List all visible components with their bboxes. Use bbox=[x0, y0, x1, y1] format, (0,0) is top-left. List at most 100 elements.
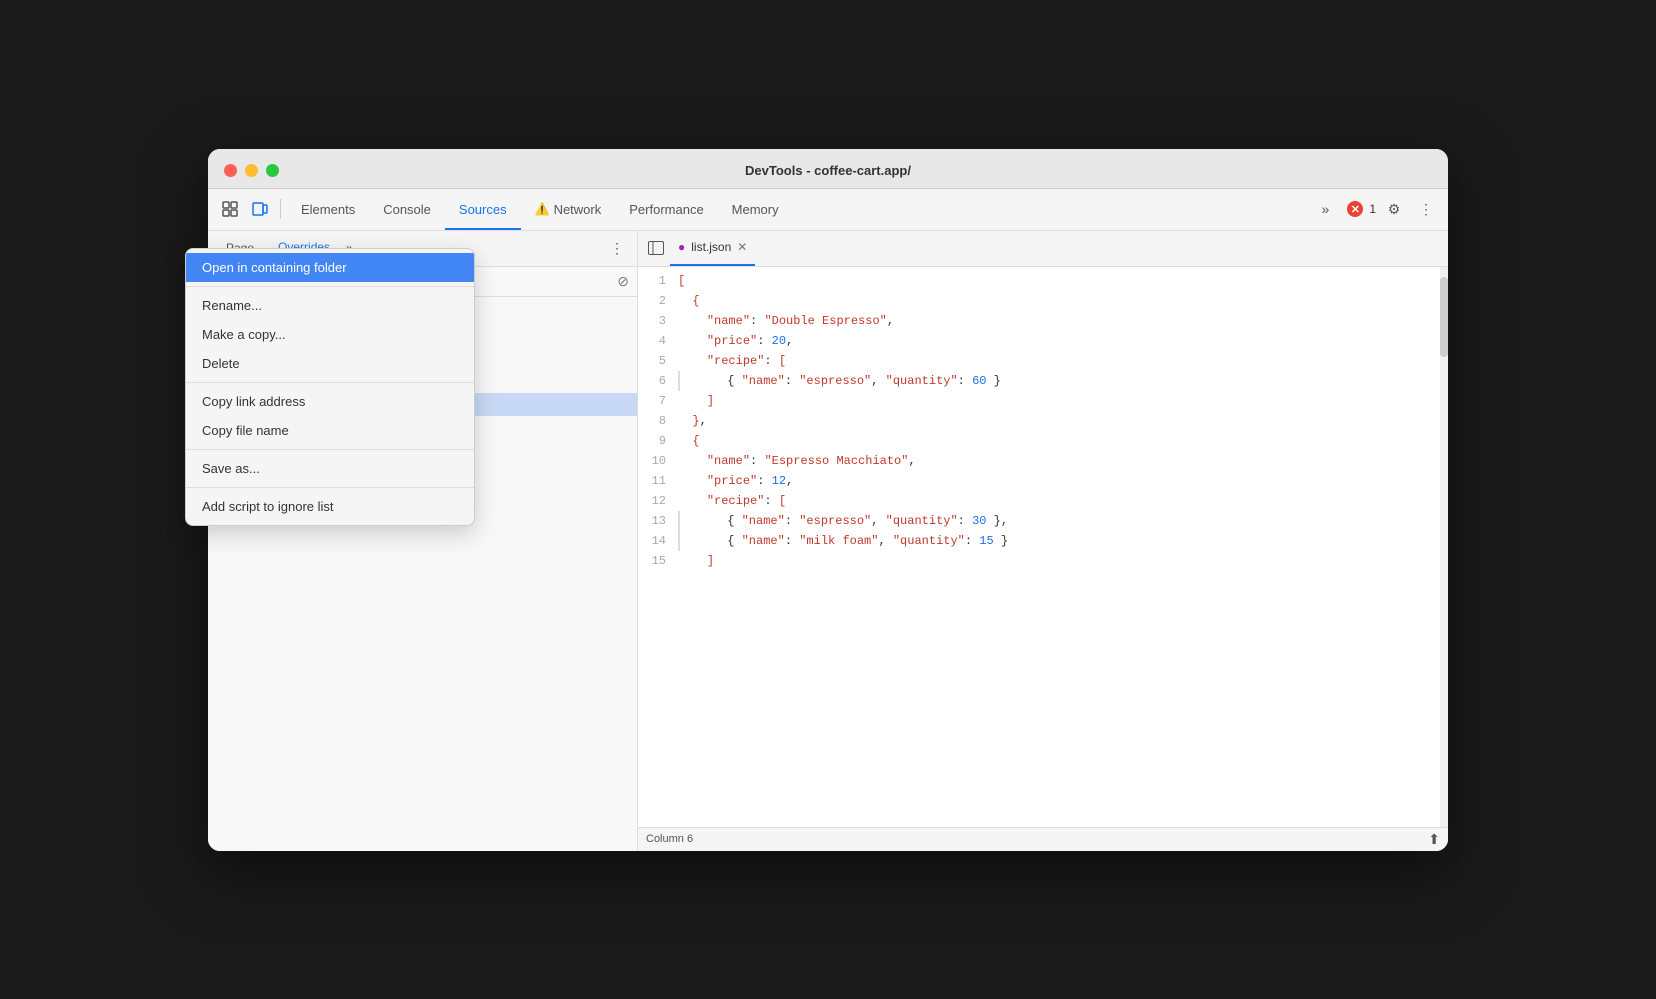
ctx-delete[interactable]: Delete bbox=[208, 349, 474, 378]
ctx-copy-name[interactable]: Copy file name bbox=[208, 416, 474, 445]
ctx-copy[interactable]: Make a copy... bbox=[208, 320, 474, 349]
tab-more[interactable]: » bbox=[1308, 188, 1344, 230]
editor-tabs: ● list.json ✕ bbox=[638, 231, 1448, 267]
tab-bar: Elements Console Sources ⚠️ Network Perf… bbox=[287, 188, 1306, 230]
error-group: ✕ 1 bbox=[1347, 201, 1376, 217]
line-number: 13 bbox=[638, 511, 678, 531]
line-number: 4 bbox=[638, 331, 678, 351]
line-content: { "name": "espresso", "quantity": 30 }, bbox=[678, 511, 1448, 531]
line-content: [ bbox=[678, 271, 1448, 291]
code-line: 14 { "name": "milk foam", "quantity": 15… bbox=[638, 531, 1448, 551]
code-line: 4 "price": 20, bbox=[638, 331, 1448, 351]
device-icon[interactable] bbox=[246, 195, 274, 223]
code-line: 2 { bbox=[638, 291, 1448, 311]
line-content: "price": 20, bbox=[678, 331, 1448, 351]
clear-icon[interactable]: ⊘ bbox=[617, 273, 629, 290]
tab-sources[interactable]: Sources bbox=[445, 188, 521, 230]
sidebar-toggle-icon[interactable] bbox=[642, 234, 670, 262]
line-content: "name": "Double Espresso", bbox=[678, 311, 1448, 331]
line-content: { "name": "espresso", "quantity": 60 } bbox=[678, 371, 1448, 391]
scrollbar-thumb[interactable] bbox=[1440, 277, 1448, 357]
editor-tab-label: list.json bbox=[691, 240, 731, 254]
ctx-separator bbox=[208, 286, 474, 287]
editor-panel: ● list.json ✕ 1 [ 2 { 3 bbox=[638, 231, 1448, 851]
sidebar-menu-icon[interactable]: ⋮ bbox=[605, 236, 629, 260]
code-line: 3 "name": "Double Espresso", bbox=[638, 311, 1448, 331]
line-content: { "name": "milk foam", "quantity": 15 } bbox=[678, 531, 1448, 551]
status-scroll-icon[interactable]: ⬆ bbox=[1428, 831, 1440, 848]
error-count: 1 bbox=[1369, 202, 1376, 216]
code-line: 6 { "name": "espresso", "quantity": 60 } bbox=[638, 371, 1448, 391]
ctx-add-ignore[interactable]: Add script to ignore list bbox=[208, 492, 474, 521]
code-line: 1 [ bbox=[638, 271, 1448, 291]
line-content: { bbox=[678, 431, 1448, 451]
line-number: 10 bbox=[638, 451, 678, 471]
sidebar: Page Overrides » ⋮ ✓ Enable Local Overri… bbox=[208, 231, 638, 851]
line-number: 15 bbox=[638, 551, 678, 571]
line-number: 8 bbox=[638, 411, 678, 431]
tab-memory[interactable]: Memory bbox=[718, 188, 793, 230]
close-button[interactable] bbox=[224, 164, 237, 177]
inspect-icon[interactable] bbox=[216, 195, 244, 223]
status-bar: Column 6 ⬆ bbox=[638, 827, 1448, 851]
code-line: 15 ] bbox=[638, 551, 1448, 571]
divider bbox=[280, 199, 281, 219]
line-content: { bbox=[678, 291, 1448, 311]
titlebar: DevTools - coffee-cart.app/ bbox=[208, 149, 1448, 189]
line-content: "name": "Espresso Macchiato", bbox=[678, 451, 1448, 471]
line-number: 7 bbox=[638, 391, 678, 411]
ctx-copy-link[interactable]: Copy link address bbox=[208, 387, 474, 416]
tab-network[interactable]: ⚠️ Network bbox=[521, 188, 616, 230]
code-line: 5 "recipe": [ bbox=[638, 351, 1448, 371]
ctx-separator bbox=[208, 487, 474, 488]
line-content: ] bbox=[678, 391, 1448, 411]
ctx-separator bbox=[208, 449, 474, 450]
toolbar-right: » ✕ 1 ⚙ ⋮ bbox=[1308, 188, 1440, 230]
close-tab-icon[interactable]: ✕ bbox=[737, 240, 747, 254]
maximize-button[interactable] bbox=[266, 164, 279, 177]
code-line: 11 "price": 12, bbox=[638, 471, 1448, 491]
settings-icon[interactable]: ⚙ bbox=[1380, 195, 1408, 223]
line-content: "recipe": [ bbox=[678, 491, 1448, 511]
tab-performance[interactable]: Performance bbox=[615, 188, 717, 230]
code-line: 7 ] bbox=[638, 391, 1448, 411]
line-content: "recipe": [ bbox=[678, 351, 1448, 371]
line-number: 5 bbox=[638, 351, 678, 371]
line-content: }, bbox=[678, 411, 1448, 431]
error-badge: ✕ bbox=[1347, 201, 1363, 217]
devtools-window: DevTools - coffee-cart.app/ Elements Con bbox=[208, 149, 1448, 851]
window-title: DevTools - coffee-cart.app/ bbox=[745, 163, 911, 178]
scrollbar-track bbox=[1440, 267, 1448, 827]
line-number: 11 bbox=[638, 471, 678, 491]
code-line: 10 "name": "Espresso Macchiato", bbox=[638, 451, 1448, 471]
line-number: 6 bbox=[638, 371, 678, 391]
line-number: 3 bbox=[638, 311, 678, 331]
tab-elements[interactable]: Elements bbox=[287, 188, 369, 230]
more-icon[interactable]: ⋮ bbox=[1412, 195, 1440, 223]
main-toolbar: Elements Console Sources ⚠️ Network Perf… bbox=[208, 189, 1448, 231]
main-content: Page Overrides » ⋮ ✓ Enable Local Overri… bbox=[208, 231, 1448, 851]
editor-tab-list-json[interactable]: ● list.json ✕ bbox=[670, 230, 755, 266]
minimize-button[interactable] bbox=[245, 164, 258, 177]
line-number: 1 bbox=[638, 271, 678, 291]
ctx-open-folder[interactable]: Open in containing folder bbox=[208, 253, 474, 282]
code-line: 9 { bbox=[638, 431, 1448, 451]
tab-console[interactable]: Console bbox=[369, 188, 445, 230]
code-line: 12 "recipe": [ bbox=[638, 491, 1448, 511]
context-menu: Open in containing folder Rename... Make… bbox=[208, 248, 475, 526]
ctx-separator bbox=[208, 382, 474, 383]
line-number: 12 bbox=[638, 491, 678, 511]
code-line: 8 }, bbox=[638, 411, 1448, 431]
line-number: 2 bbox=[638, 291, 678, 311]
line-number: 9 bbox=[638, 431, 678, 451]
code-line: 13 { "name": "espresso", "quantity": 30 … bbox=[638, 511, 1448, 531]
line-content: ] bbox=[678, 551, 1448, 571]
code-area[interactable]: 1 [ 2 { 3 "name": "Double Espresso", 4 bbox=[638, 267, 1448, 827]
ctx-save-as[interactable]: Save as... bbox=[208, 454, 474, 483]
window-controls bbox=[224, 164, 279, 177]
status-text: Column 6 bbox=[646, 833, 693, 845]
ctx-rename[interactable]: Rename... bbox=[208, 291, 474, 320]
warning-icon: ⚠️ bbox=[535, 202, 550, 216]
line-number: 14 bbox=[638, 531, 678, 551]
line-content: "price": 12, bbox=[678, 471, 1448, 491]
